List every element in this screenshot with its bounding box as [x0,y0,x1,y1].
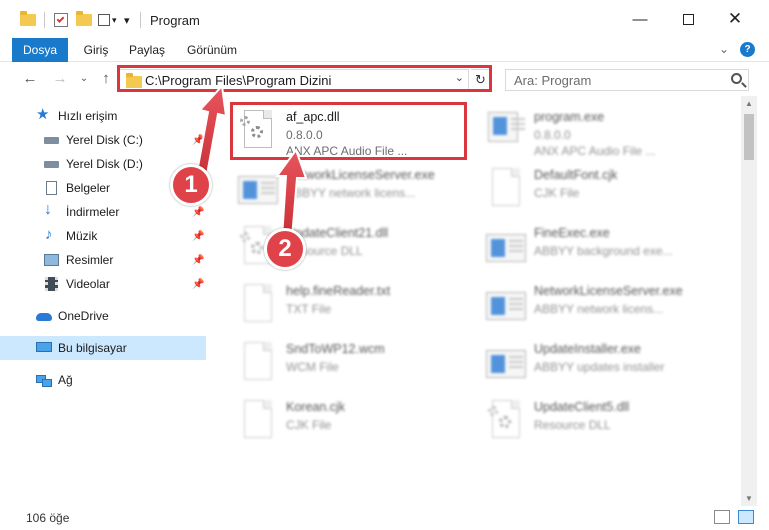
annotation-arrows [194,83,308,239]
arrow-2 [275,147,308,239]
callout-1: 1 [170,164,212,206]
callout-2: 2 [264,228,306,270]
